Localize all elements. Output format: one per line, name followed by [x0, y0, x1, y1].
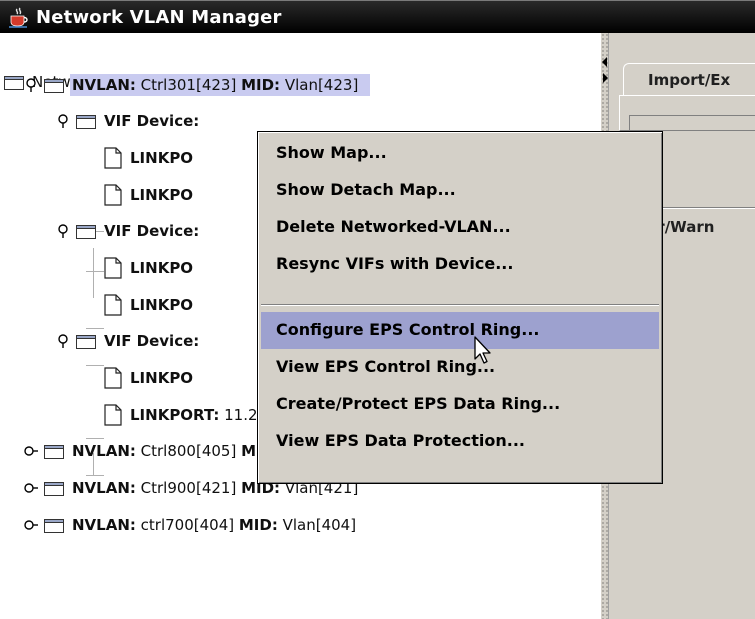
window-title: Network VLAN Manager	[36, 7, 282, 28]
title-bar: Network VLAN Manager	[0, 0, 755, 33]
folder-icon	[4, 75, 24, 90]
menu-item-view-eps-data-protection[interactable]: View EPS Data Protection...	[261, 423, 659, 460]
field-value: Ctrl800[405]	[135, 442, 242, 460]
field-key: MID:	[241, 76, 281, 94]
tree-row-label: LINKPO	[128, 257, 195, 279]
menu-separator	[261, 304, 659, 306]
document-icon	[104, 367, 122, 389]
tree-row-linkport[interactable]: LINKPO	[104, 290, 195, 320]
context-menu: Show Map... Show Detach Map... Delete Ne…	[257, 131, 663, 484]
folder-icon	[44, 78, 64, 93]
field-key: VIF Device:	[104, 112, 200, 130]
field-value: Vlan[423]	[280, 76, 359, 94]
folder-icon	[76, 114, 96, 129]
folder-icon	[76, 334, 96, 349]
tree-row-label: VIF Device:	[102, 330, 201, 352]
field-key: LINKPO	[130, 369, 194, 387]
folder-icon	[44, 444, 64, 459]
tree-row-vif-device[interactable]: VIF Device:	[56, 216, 201, 246]
field-key: LINKPORT:	[130, 406, 220, 424]
folder-icon	[44, 518, 64, 533]
tree-row-linkport[interactable]: LINKPO	[104, 253, 195, 283]
menu-item-create-protect-eps-data-ring[interactable]: Create/Protect EPS Data Ring...	[261, 386, 659, 423]
field-value: Ctrl900[421]	[135, 479, 242, 497]
field-key: MID:	[238, 516, 278, 534]
mouse-pointer-icon	[474, 336, 491, 364]
field-value: Ctrl301[423]	[135, 76, 242, 94]
document-icon	[104, 294, 122, 316]
folder-icon	[44, 481, 64, 496]
collapse-right-arrow-icon[interactable]	[603, 73, 608, 83]
field-value: ctrl700[404]	[135, 516, 239, 534]
tree-row-label: NVLAN: ctrl700[404] MID: Vlan[404]	[70, 514, 358, 536]
tree-row-nvlan-ctrl700[interactable]: NVLAN: ctrl700[404] MID: Vlan[404]	[24, 510, 358, 540]
menu-item-show-detach-map[interactable]: Show Detach Map...	[261, 172, 659, 209]
tree-row-label: LINKPO	[128, 184, 195, 206]
collapse-left-arrow-icon[interactable]	[602, 57, 607, 67]
tree-row-vif-device[interactable]: VIF Device:	[56, 326, 201, 356]
field-key: LINKPO	[130, 259, 194, 277]
menu-item-resync-vifs[interactable]: Resync VIFs with Device...	[261, 246, 659, 283]
tree-row-label: NVLAN: Ctrl301[423] MID: Vlan[423]	[70, 74, 371, 96]
collapsed-handle-icon[interactable]	[24, 481, 38, 495]
document-icon	[104, 147, 122, 169]
folder-icon	[76, 224, 96, 239]
menu-item-view-eps-control-ring[interactable]: View EPS Control Ring...	[261, 349, 659, 386]
expanded-handle-icon[interactable]	[24, 78, 38, 92]
document-icon	[104, 404, 122, 426]
menu-item-show-map[interactable]: Show Map...	[261, 135, 659, 172]
field-key: VIF Device:	[104, 222, 200, 240]
tree-row-label: VIF Device:	[102, 110, 201, 132]
tree-row-label: LINKPO	[128, 294, 195, 316]
tree-row-linkport[interactable]: LINKPO	[104, 143, 195, 173]
field-key: NVLAN:	[72, 479, 136, 497]
tree-row-nvlan-ctrl301[interactable]: NVLAN: Ctrl301[423] MID: Vlan[423]	[24, 70, 371, 100]
tree-row-label: LINKPO	[128, 147, 195, 169]
tree-row-linkport[interactable]: LINKPO	[104, 180, 195, 210]
coffee-cup-icon	[9, 7, 28, 28]
document-icon	[104, 257, 122, 279]
collapsed-handle-icon[interactable]	[24, 444, 38, 458]
menu-item-configure-eps-control-ring[interactable]: Configure EPS Control Ring...	[261, 312, 659, 349]
field-key: NVLAN:	[72, 442, 136, 460]
tree-row-label: VIF Device:	[102, 220, 201, 242]
expanded-handle-icon[interactable]	[56, 334, 70, 348]
field-value: Vlan[404]	[277, 516, 357, 534]
tab-import-export[interactable]: Import/Ex	[623, 63, 755, 95]
expanded-handle-icon[interactable]	[56, 224, 70, 238]
field-key: LINKPO	[130, 186, 194, 204]
field-key: VIF Device:	[104, 332, 200, 350]
tree-row-linkport[interactable]: LINKPO	[104, 363, 195, 393]
field-key: NVLAN:	[72, 516, 136, 534]
menu-item-delete-networked-vlan[interactable]: Delete Networked-VLAN...	[261, 209, 659, 246]
field-key: LINKPO	[130, 149, 194, 167]
document-icon	[104, 184, 122, 206]
collapsed-handle-icon[interactable]	[24, 518, 38, 532]
tree-row-vif-device[interactable]: VIF Device:	[56, 106, 201, 136]
tree-row-label: LINKPO	[128, 367, 195, 389]
field-key: NVLAN:	[72, 76, 136, 94]
field-key: LINKPO	[130, 296, 194, 314]
expanded-handle-icon[interactable]	[56, 114, 70, 128]
